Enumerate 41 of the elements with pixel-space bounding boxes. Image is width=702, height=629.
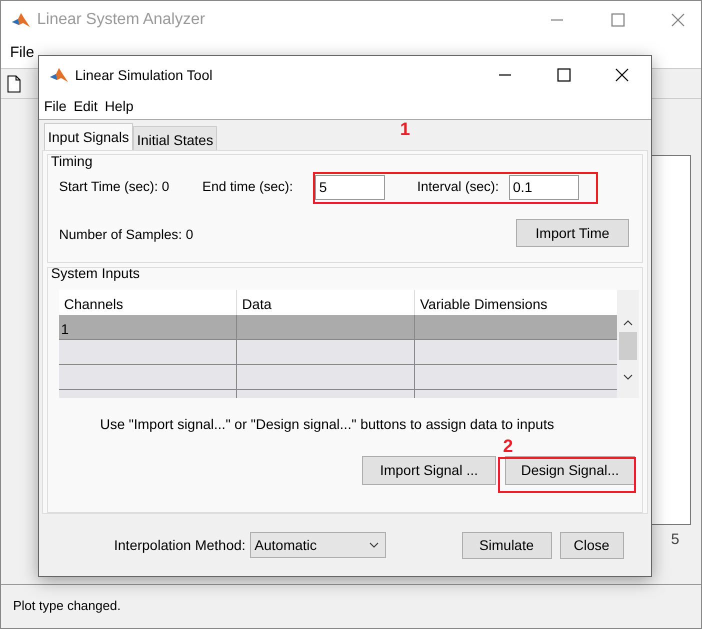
label: Interval (sec):	[417, 178, 499, 196]
maximize-icon[interactable]	[557, 68, 571, 82]
dialog-title: Linear Simulation Tool	[75, 66, 212, 84]
window-title: Linear System Analyzer	[37, 10, 206, 30]
import-signal-button[interactable]: Import Signal ...	[362, 456, 496, 485]
scrollbar[interactable]	[617, 290, 639, 398]
annotation-number: 1	[400, 120, 410, 138]
input-field[interactable]: 5	[315, 174, 386, 200]
menu-item[interactable]: Edit	[74, 96, 98, 117]
hint-text: Use "Import signal..." or "Design signal..." buttons to assign data to inputs	[100, 415, 554, 434]
menu-item[interactable]: File	[44, 96, 67, 117]
menu-item[interactable]: Help	[104, 96, 134, 117]
status-text: Plot type changed.	[13, 598, 121, 613]
group-title: System Inputs	[51, 264, 140, 283]
tab[interactable]: Initial States	[132, 126, 218, 150]
label: Number of Samples: 0	[59, 226, 194, 244]
table-row[interactable]: 1	[59, 315, 617, 340]
dropdown[interactable]: Automatic	[250, 532, 386, 558]
scroll-down-icon[interactable]	[623, 374, 633, 380]
simulate-button[interactable]: Simulate	[462, 532, 552, 558]
menu-item[interactable]: File	[10, 42, 34, 65]
input-field[interactable]: 0.1	[508, 174, 579, 200]
label: End time (sec):	[202, 178, 294, 196]
tab[interactable]: Input Signals	[44, 123, 133, 150]
table-row[interactable]	[59, 340, 617, 365]
new-file-icon[interactable]	[6, 74, 22, 92]
design-signal-button[interactable]: Design Signal...	[505, 456, 635, 485]
annotation-number: 2	[503, 437, 514, 455]
import-time-button[interactable]: Import Time	[516, 219, 629, 247]
close-button[interactable]: Close	[560, 532, 624, 558]
group-title: Timing	[51, 152, 92, 171]
close-icon[interactable]	[615, 68, 629, 82]
label: Interpolation Method:	[114, 536, 246, 555]
table-cell: 1	[61, 321, 69, 337]
column-header[interactable]: Channels	[59, 290, 236, 315]
scroll-thumb[interactable]	[619, 332, 637, 360]
chevron-down-icon	[368, 542, 379, 548]
label: Start Time (sec): 0	[59, 178, 170, 196]
table-row[interactable]	[59, 365, 617, 390]
axis-tick-label: 5	[671, 530, 680, 550]
scroll-up-icon[interactable]	[623, 320, 633, 326]
